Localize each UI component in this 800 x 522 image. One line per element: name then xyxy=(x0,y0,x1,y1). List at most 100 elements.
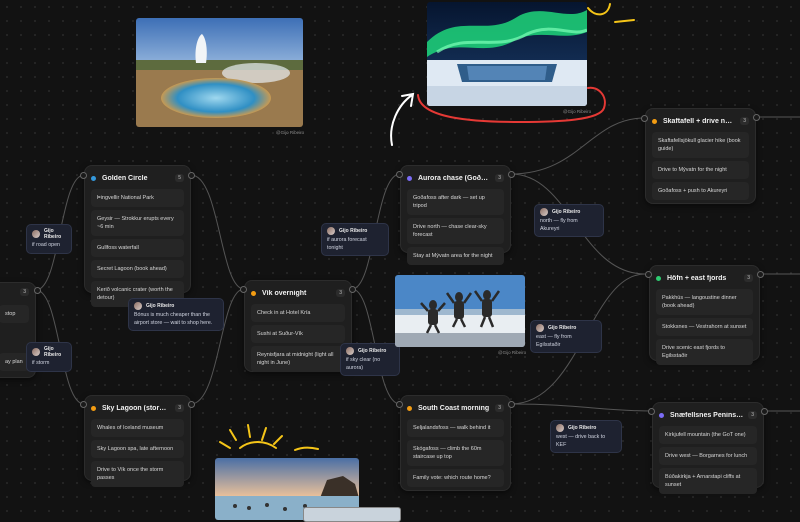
card-color-dot xyxy=(91,175,96,181)
card-title[interactable]: Aurora chase (Goðafoss area) xyxy=(418,175,491,182)
avatar xyxy=(32,230,40,238)
geysir-hot-spring-image xyxy=(136,18,303,127)
card-item[interactable]: Geysir — Strokkur erupts every ~6 min xyxy=(91,210,184,236)
card-item[interactable]: Reynisfjara at midnight (light all night… xyxy=(251,346,345,372)
card-hofn-east-fjords[interactable]: Höfn + east fjords 3 Pakkhús — langousti… xyxy=(649,265,760,365)
card-item[interactable]: ay plan xyxy=(0,353,29,371)
group-jumping-on-beach-image xyxy=(395,275,525,347)
card-title[interactable]: Golden Circle xyxy=(102,175,171,182)
card-count: 3 xyxy=(495,404,504,412)
aurora-over-waterfall-image xyxy=(427,2,587,106)
connector-port[interactable] xyxy=(240,286,247,293)
card-color-dot xyxy=(659,412,664,418)
comment-text: east — fly from Egilsstaðir xyxy=(536,334,572,348)
card-aurora-chase[interactable]: Aurora chase (Goðafoss area) 3 Goðafoss … xyxy=(400,165,511,265)
comment-bubble[interactable]: Gijo Ribeiro west — drive back to KEF xyxy=(550,420,622,453)
photo-credit: @Gijo Ribeiro xyxy=(276,130,305,135)
card-title[interactable]: Vík overnight xyxy=(262,290,332,297)
connector-port[interactable] xyxy=(396,171,403,178)
connector-port[interactable] xyxy=(757,271,764,278)
comment-bubble[interactable]: Gijo Ribeiro if sky clear (no aurora) xyxy=(340,343,400,376)
connector-port[interactable] xyxy=(508,171,515,178)
avatar xyxy=(32,348,40,356)
card-item[interactable]: Goðafoss after dark — set up tripod xyxy=(407,189,504,215)
photo-aurora[interactable] xyxy=(427,2,587,106)
card-item[interactable]: Drive scenic east fjords to Egilsstaðir xyxy=(656,339,753,365)
avatar xyxy=(540,208,548,216)
comment-bubble[interactable]: Gijo Ribeiro east — fly from Egilsstaðir xyxy=(530,320,602,353)
connector-port[interactable] xyxy=(508,401,515,408)
avatar xyxy=(327,227,335,235)
photo-credit: @Gijo Ribeiro xyxy=(498,350,527,355)
card-item[interactable]: Check in at Hotel Kría xyxy=(251,304,345,322)
comment-bubble[interactable]: Gijo Ribeiro Bónus is much cheaper than … xyxy=(128,298,224,331)
card-item[interactable]: Drive to Mývatn for the night xyxy=(652,161,749,179)
card-golden-circle[interactable]: Golden Circle 5 Þingvellir National Park… xyxy=(84,165,191,307)
card-item[interactable]: Þingvellir National Park xyxy=(91,189,184,207)
ink-yellow-scribble xyxy=(587,3,635,23)
comment-author: Gijo Ribeiro xyxy=(146,303,175,309)
connector-port[interactable] xyxy=(645,271,652,278)
connector-port[interactable] xyxy=(641,115,648,122)
card-title[interactable]: Snæfellsnes Peninsula xyxy=(670,412,744,419)
card-item[interactable]: Stokksnes — Vestrahorn at sunset xyxy=(656,318,753,336)
card-item[interactable]: Skaftafellsjökull glacier hike (book gui… xyxy=(652,132,749,158)
card-item[interactable]: Búðakirkja + Arnarstapi cliffs at sunset xyxy=(659,468,757,494)
connector-port[interactable] xyxy=(188,401,195,408)
card-item[interactable]: Goðafoss + push to Akureyri xyxy=(652,182,749,200)
connector-port[interactable] xyxy=(188,172,195,179)
comment-bubble[interactable]: Gijo Ribeiro if road open xyxy=(26,224,72,254)
photo-geysir[interactable] xyxy=(136,18,303,127)
card-vik-overnight[interactable]: Vík overnight 3 Check in at Hotel Kría S… xyxy=(244,280,352,372)
comment-author: Gijo Ribeiro xyxy=(358,348,387,354)
comment-text: Bónus is much cheaper than the airport s… xyxy=(134,312,213,326)
comment-author: Gijo Ribeiro xyxy=(568,425,597,431)
card-item[interactable]: Drive to Vík once the storm passes xyxy=(91,461,184,487)
connector-port[interactable] xyxy=(80,401,87,408)
card-title[interactable]: Höfn + east fjords xyxy=(667,275,740,282)
photo-group[interactable] xyxy=(395,275,525,347)
card-title[interactable]: Skaftafell + drive north xyxy=(663,118,736,125)
connector-port[interactable] xyxy=(80,172,87,179)
card-south-coast-morning[interactable]: South Coast morning 3 Seljalandsfoss — w… xyxy=(400,395,511,491)
card-item[interactable]: Drive north — chase clear-sky forecast xyxy=(407,218,504,244)
card-title[interactable]: Sky Lagoon (storm day) xyxy=(102,405,171,412)
card-item[interactable]: Gullfoss waterfall xyxy=(91,239,184,257)
card-color-dot xyxy=(656,275,661,281)
card-item[interactable]: Stay at Mývatn area for the night xyxy=(407,247,504,265)
comment-bubble[interactable]: Gijo Ribeiro north — fly from Akureyri xyxy=(534,204,604,237)
connector-port[interactable] xyxy=(349,286,356,293)
whiteboard-canvas[interactable]: 3 stop ay plan Golden Circle 5 Þingvelli… xyxy=(0,0,800,522)
card-item[interactable]: Seljalandsfoss — walk behind it xyxy=(407,419,504,437)
card-item[interactable]: Skógafoss — climb the 60m staircase up t… xyxy=(407,440,504,466)
card-item[interactable]: stop xyxy=(0,305,29,323)
card-title[interactable]: South Coast morning xyxy=(418,405,491,412)
comment-bubble[interactable]: Gijo Ribeiro if aurora forecast tonight xyxy=(321,223,389,256)
comment-text: if sky clear (no aurora) xyxy=(346,357,381,371)
connector-port[interactable] xyxy=(34,287,41,294)
card-count: 3 xyxy=(740,117,749,125)
connector-port[interactable] xyxy=(753,114,760,121)
card-item[interactable]: Drive west — Borgarnes for lunch xyxy=(659,447,757,465)
avatar xyxy=(346,347,354,355)
card-item[interactable]: Kirkjufell mountain (the GoT one) xyxy=(659,426,757,444)
card-skaftafell[interactable]: Skaftafell + drive north 3 Skaftafellsjö… xyxy=(645,108,756,204)
connector-port[interactable] xyxy=(648,408,655,415)
card-color-dot xyxy=(91,405,96,411)
connector-port[interactable] xyxy=(396,401,403,408)
card-sky-lagoon[interactable]: Sky Lagoon (storm day) 3 Whales of Icela… xyxy=(84,395,191,487)
card-count: 3 xyxy=(336,289,345,297)
comment-author: Gijo Ribeiro xyxy=(44,228,62,240)
connector-port[interactable] xyxy=(761,408,768,415)
card-item[interactable]: Pakkhús — langoustine dinner (book ahead… xyxy=(656,289,753,315)
card-snaefellsnes[interactable]: Snæfellsnes Peninsula 3 Kirkjufell mount… xyxy=(652,402,764,494)
card-color-dot xyxy=(251,290,256,296)
comment-bubble[interactable]: Gijo Ribeiro if storm xyxy=(26,342,72,372)
card-item[interactable]: Sushi at Suður-Vík xyxy=(251,325,345,343)
card-item[interactable]: Family vote: which route home? xyxy=(407,469,504,487)
card-item[interactable]: Whales of Iceland museum xyxy=(91,419,184,437)
avatar xyxy=(134,302,142,310)
comment-author: Gijo Ribeiro xyxy=(552,209,581,215)
card-item[interactable]: Secret Lagoon (book ahead) xyxy=(91,260,184,278)
card-item[interactable]: Sky Lagoon spa, late afternoon xyxy=(91,440,184,458)
